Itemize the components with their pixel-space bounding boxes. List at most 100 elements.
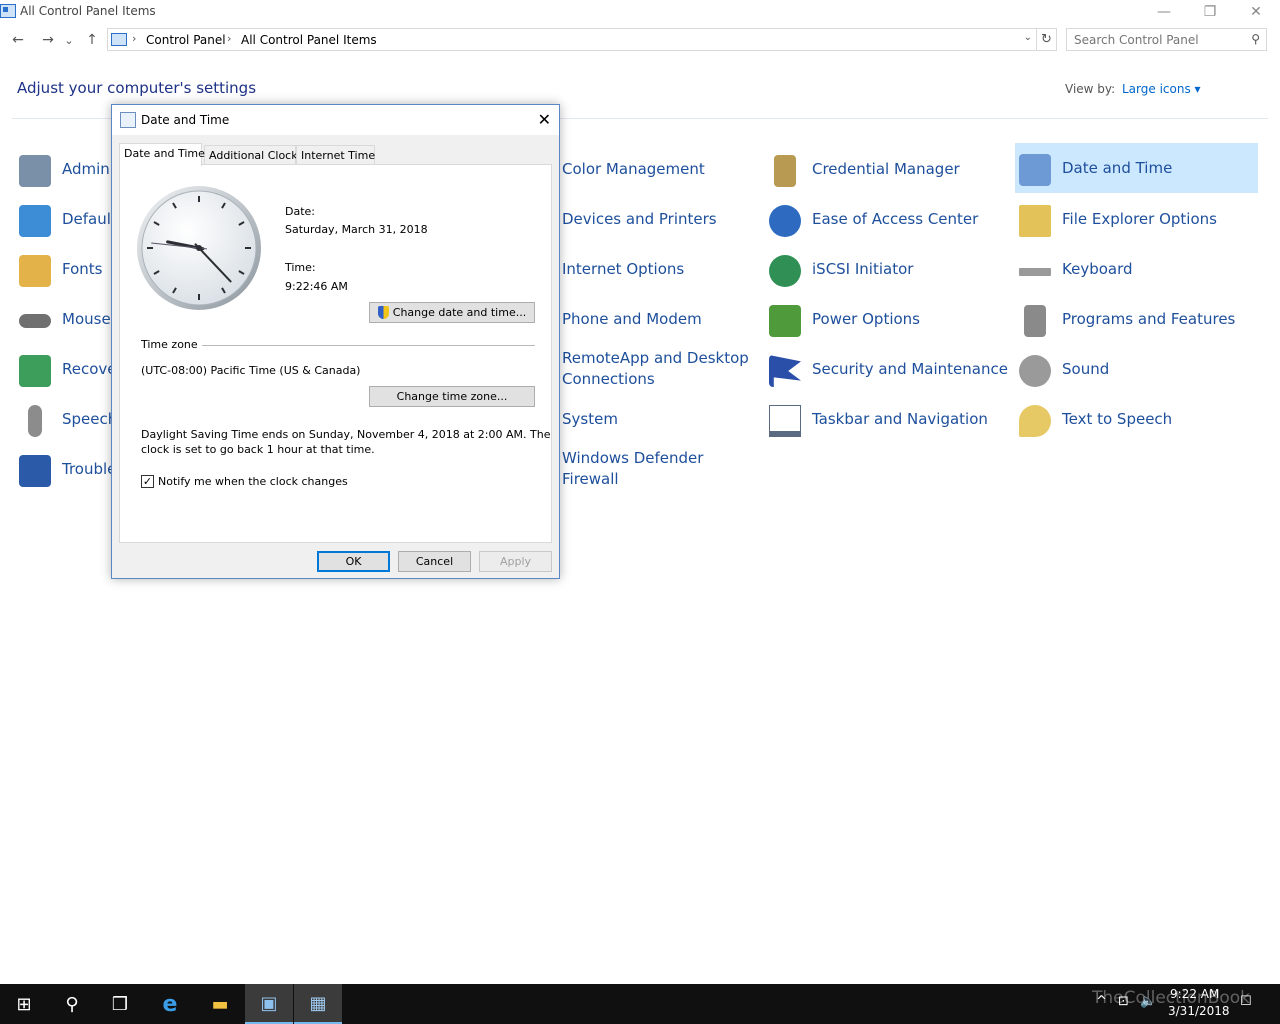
change-date-time-label: Change date and time... — [392, 306, 527, 319]
file-explorer-icon[interactable]: ▬ — [196, 984, 244, 1024]
cp-item-credential-manager[interactable]: Credential Manager — [765, 146, 1005, 192]
cp-item-label-line2: Firewall — [562, 470, 619, 488]
cp-item-label: Text to Speech — [1062, 409, 1173, 428]
window-titlebar: All Control Panel Items — ❐ ✕ — [0, 0, 1280, 24]
cp-item-label: Mouse — [62, 309, 111, 328]
calendar-clock-icon — [1019, 154, 1051, 186]
cp-item-security-and-maintenance[interactable]: Security and Maintenance — [765, 346, 1008, 392]
timezone-header: Time zone — [141, 338, 198, 351]
cp-item-label: iSCSI Initiator — [812, 259, 914, 278]
apply-button[interactable]: Apply — [479, 551, 552, 572]
navigation-bar: ← → ⌄ ↑ › Control Panel › All Control Pa… — [0, 26, 1280, 54]
uac-shield-icon — [377, 306, 389, 319]
cp-item-file-explorer-options[interactable]: File Explorer Options — [1015, 196, 1258, 242]
task-view-button[interactable]: ❒ — [96, 984, 144, 1024]
change-timezone-button[interactable]: Change time zone... — [369, 386, 535, 407]
cp-item-label: Admini — [62, 159, 114, 178]
time-label: Time: — [285, 261, 316, 274]
close-button[interactable]: ✕ — [1233, 0, 1279, 24]
cp-item-date-and-time[interactable]: Date and Time — [1015, 143, 1258, 193]
cp-item-power-options[interactable]: Power Options — [765, 296, 1005, 342]
address-dropdown-icon[interactable]: ⌄ — [1024, 32, 1032, 43]
admin-tools-icon — [19, 155, 51, 187]
internet-explorer-icon[interactable]: e — [146, 984, 194, 1024]
back-button[interactable]: ← — [8, 30, 28, 50]
date-time-icon — [120, 112, 136, 128]
cp-item-programs-and-features[interactable]: Programs and Features — [1015, 296, 1258, 342]
notify-checkbox[interactable]: ✓ — [141, 475, 154, 488]
timezone-divider — [202, 345, 535, 346]
recent-locations-button[interactable]: ⌄ — [62, 30, 76, 50]
taskbar-clock-time[interactable]: 9:22 AM — [1170, 987, 1219, 1001]
forward-button[interactable]: → — [38, 30, 58, 50]
analog-clock — [137, 186, 261, 310]
page-title: Adjust your computer's settings — [17, 79, 257, 97]
volume-icon[interactable]: 🔈 — [1140, 994, 1156, 1009]
troubleshooting-icon — [19, 455, 51, 487]
cp-item-label: Security and Maintenance — [812, 359, 1008, 378]
tray-overflow-icon[interactable]: ^ — [1096, 994, 1107, 1009]
control-panel-icon — [111, 33, 127, 46]
fonts-icon — [19, 255, 51, 287]
cp-item-label: Fonts — [62, 259, 103, 278]
speaker-icon — [1019, 355, 1051, 387]
microphone-icon — [28, 405, 42, 437]
date-time-dialog: Date and Time ✕ Date and Time Additional… — [111, 104, 560, 579]
search-box[interactable]: ⚲ — [1066, 28, 1267, 51]
tab-additional-clocks[interactable]: Additional Clocks — [204, 145, 303, 165]
minimize-button[interactable]: — — [1141, 0, 1187, 24]
cp-item-label-line2: Connections — [562, 370, 655, 388]
globe-icon — [769, 255, 801, 287]
cp-item-label: Phone and Modem — [562, 309, 702, 328]
restore-button[interactable]: ❐ — [1187, 0, 1233, 24]
breadcrumb-separator[interactable]: › — [132, 32, 136, 45]
recovery-icon — [19, 355, 51, 387]
breadcrumb-all-items[interactable]: All Control Panel Items — [241, 33, 377, 47]
tab-internet-time[interactable]: Internet Time — [296, 145, 375, 165]
refresh-button[interactable]: ↻ — [1037, 28, 1057, 51]
taskbar-clock-date[interactable]: 3/31/2018 — [1168, 1004, 1230, 1018]
cp-item-label: Power Options — [812, 309, 920, 328]
dialog-titlebar: Date and Time ✕ — [112, 105, 559, 135]
dialog-close-icon[interactable]: ✕ — [538, 110, 551, 129]
flag-icon — [769, 355, 801, 387]
tab-panel: Date: Saturday, March 31, 2018 Time: 9:2… — [119, 164, 552, 543]
notify-label[interactable]: Notify me when the clock changes — [158, 475, 348, 488]
network-icon[interactable]: ⊡ — [1118, 994, 1129, 1009]
address-bar[interactable]: › Control Panel › All Control Panel Item… — [107, 28, 1037, 51]
control-panel-taskbar-icon[interactable]: ▣ — [245, 984, 293, 1024]
up-button[interactable]: ↑ — [82, 30, 102, 50]
cp-item-iscsi-initiator[interactable]: iSCSI Initiator — [765, 246, 1005, 292]
notifications-icon[interactable]: ☐ — [1240, 994, 1252, 1009]
keyboard-icon — [1019, 268, 1051, 276]
clock-center — [196, 245, 202, 251]
search-icon[interactable]: ⚲ — [1251, 32, 1260, 46]
cp-item-text-to-speech[interactable]: Text to Speech — [1015, 396, 1258, 442]
cp-item-label: Devices and Printers — [562, 209, 717, 228]
cp-item-label: Sound — [1062, 359, 1110, 378]
change-date-time-button[interactable]: Change date and time... — [369, 302, 535, 323]
search-input[interactable] — [1074, 30, 1244, 50]
speech-bubble-icon — [1019, 405, 1051, 437]
cp-item-taskbar-and-navigation[interactable]: Taskbar and Navigation — [765, 396, 1005, 442]
cp-item-label: Speech — [62, 409, 118, 428]
tab-date-and-time[interactable]: Date and Time — [119, 143, 205, 166]
cp-item-label: Windows Defender — [562, 449, 704, 467]
view-by-dropdown[interactable]: Large icons ▾ — [1122, 82, 1201, 96]
cp-item-label: Color Management — [562, 159, 705, 178]
dialog-title: Date and Time — [141, 113, 230, 127]
cp-item-sound[interactable]: Sound — [1015, 346, 1258, 392]
cp-item-keyboard[interactable]: Keyboard — [1015, 246, 1258, 292]
date-time-taskbar-icon[interactable]: ▦ — [294, 984, 342, 1024]
breadcrumb-separator[interactable]: › — [227, 32, 231, 45]
cp-item-label: Credential Manager — [812, 159, 960, 178]
cp-item-label: Trouble — [62, 459, 117, 478]
cp-item-label: Taskbar and Navigation — [812, 409, 988, 428]
start-button[interactable]: ⊞ — [0, 984, 48, 1024]
cp-item-label: File Explorer Options — [1062, 209, 1217, 228]
cp-item-ease-of-access[interactable]: Ease of Access Center — [765, 196, 1005, 242]
search-button[interactable]: ⚲ — [48, 984, 96, 1024]
ok-button[interactable]: OK — [317, 551, 390, 572]
breadcrumb-control-panel[interactable]: Control Panel — [146, 33, 226, 47]
cancel-button[interactable]: Cancel — [398, 551, 471, 572]
